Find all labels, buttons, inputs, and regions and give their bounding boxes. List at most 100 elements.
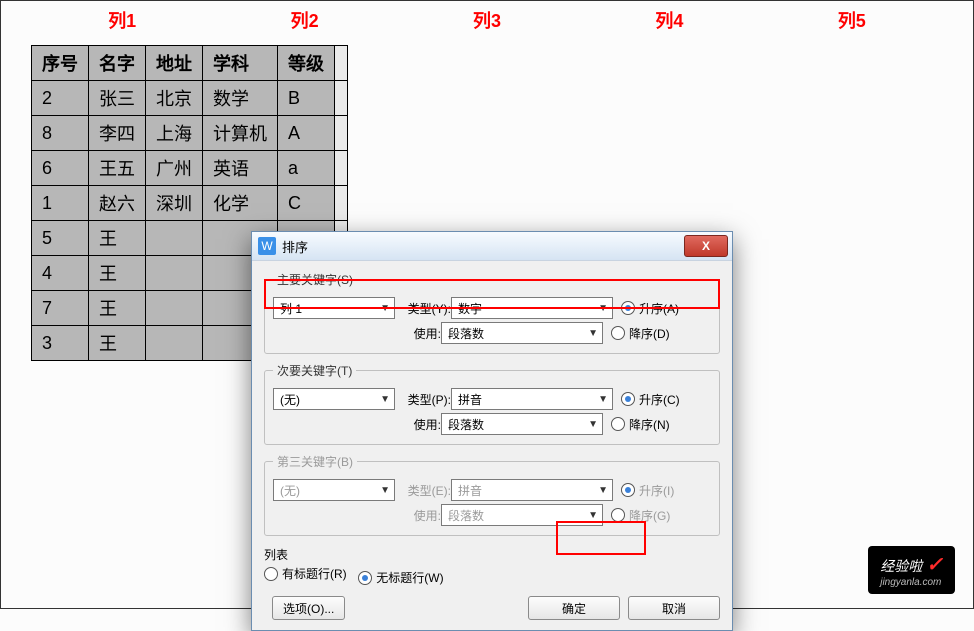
- chevron-down-icon: ▼: [380, 303, 390, 314]
- third-field-select: (无)▼: [273, 479, 395, 501]
- th-name: 名字: [89, 46, 146, 81]
- table-cell: 王: [89, 291, 146, 326]
- radio-off-icon: [611, 417, 625, 431]
- table-cell: 5: [32, 221, 89, 256]
- secondary-asc-radio[interactable]: 升序(C): [621, 391, 680, 408]
- table-cell: [146, 326, 203, 361]
- table-cell: [146, 221, 203, 256]
- cancel-button[interactable]: 取消: [628, 596, 720, 620]
- table-cell: 6: [32, 151, 89, 186]
- table-cell: 1: [32, 186, 89, 221]
- no-header-radio[interactable]: 无标题行(W): [358, 569, 443, 586]
- app-icon: W: [258, 237, 276, 255]
- th-addr: 地址: [146, 46, 203, 81]
- secondary-desc-radio[interactable]: 降序(N): [611, 416, 670, 433]
- radio-off-icon: [611, 508, 625, 522]
- th-extra: [335, 46, 348, 81]
- primary-use-label: 使用:: [385, 325, 441, 342]
- column-labels: 列1 列2 列3 列4 列5: [31, 7, 943, 33]
- table-cell: 8: [32, 116, 89, 151]
- chevron-down-icon: ▼: [588, 419, 598, 430]
- table-cell: [146, 256, 203, 291]
- table-cell-extra: [335, 186, 348, 221]
- table-cell-extra: [335, 116, 348, 151]
- th-grade: 等级: [278, 46, 335, 81]
- col-label-3: 列3: [396, 7, 578, 33]
- table-row: 6王五广州英语a: [32, 151, 348, 186]
- check-icon: ✓: [926, 554, 943, 576]
- table-row: 8李四上海计算机A: [32, 116, 348, 151]
- primary-desc-radio[interactable]: 降序(D): [611, 325, 670, 342]
- secondary-type-select[interactable]: 拼音▼: [451, 388, 613, 410]
- primary-field-select[interactable]: 列 1▼: [273, 297, 395, 319]
- table-row: 1赵六深圳化学C: [32, 186, 348, 221]
- secondary-key-group: 次要关键字(T) (无)▼ 类型(P): 拼音▼ 升序(C) 使用: 段落数▼ …: [264, 362, 720, 445]
- close-button[interactable]: X: [684, 235, 728, 257]
- radio-off-icon: [264, 567, 278, 581]
- chevron-down-icon: ▼: [588, 510, 598, 521]
- radio-on-icon: [358, 571, 372, 585]
- secondary-legend: 次要关键字(T): [273, 362, 356, 379]
- table-cell: B: [278, 81, 335, 116]
- chevron-down-icon: ▼: [598, 485, 608, 496]
- table-cell: 张三: [89, 81, 146, 116]
- th-seq: 序号: [32, 46, 89, 81]
- col-label-4: 列4: [578, 7, 760, 33]
- third-use-select: 段落数▼: [441, 504, 603, 526]
- th-subj: 学科: [203, 46, 278, 81]
- chevron-down-icon: ▼: [588, 328, 598, 339]
- table-cell: 4: [32, 256, 89, 291]
- table-cell: 计算机: [203, 116, 278, 151]
- sort-dialog: W 排序 X 主要关键字(S) 列 1▼ 类型(Y): 数字▼ 升序(A) 使用…: [251, 231, 733, 631]
- third-type-select: 拼音▼: [451, 479, 613, 501]
- table-cell: 深圳: [146, 186, 203, 221]
- table-cell: 王五: [89, 151, 146, 186]
- ok-button[interactable]: 确定: [528, 596, 620, 620]
- options-button[interactable]: 选项(O)...: [272, 596, 345, 620]
- table-cell: 李四: [89, 116, 146, 151]
- table-cell: 王: [89, 256, 146, 291]
- radio-on-icon: [621, 301, 635, 315]
- secondary-use-select[interactable]: 段落数▼: [441, 413, 603, 435]
- watermark: 经验啦✓ jingyanla.com: [868, 546, 955, 594]
- third-legend: 第三关键字(B): [273, 453, 357, 470]
- primary-type-select[interactable]: 数字▼: [451, 297, 613, 319]
- chevron-down-icon: ▼: [598, 394, 608, 405]
- primary-key-group: 主要关键字(S) 列 1▼ 类型(Y): 数字▼ 升序(A) 使用: 段落数▼ …: [264, 271, 720, 354]
- table-cell: 3: [32, 326, 89, 361]
- table-cell: a: [278, 151, 335, 186]
- list-group: 列表 有标题行(R) 无标题行(W): [264, 544, 720, 588]
- table-row: 2张三北京数学B: [32, 81, 348, 116]
- chevron-down-icon: ▼: [380, 485, 390, 496]
- has-header-radio[interactable]: 有标题行(R): [264, 565, 347, 582]
- radio-on-icon: [621, 392, 635, 406]
- table-cell: 数学: [203, 81, 278, 116]
- table-cell-extra: [335, 81, 348, 116]
- dialog-title: 排序: [282, 237, 308, 256]
- table-cell: 北京: [146, 81, 203, 116]
- table-cell-extra: [335, 151, 348, 186]
- table-cell: 2: [32, 81, 89, 116]
- third-key-group: 第三关键字(B) (无)▼ 类型(E): 拼音▼ 升序(I) 使用: 段落数▼ …: [264, 453, 720, 536]
- third-desc-radio: 降序(G): [611, 507, 670, 524]
- primary-type-label: 类型(Y):: [395, 300, 451, 317]
- primary-asc-radio[interactable]: 升序(A): [621, 300, 679, 317]
- table-cell: 化学: [203, 186, 278, 221]
- table-cell: 英语: [203, 151, 278, 186]
- table-cell: 上海: [146, 116, 203, 151]
- dialog-titlebar[interactable]: W 排序 X: [252, 232, 732, 261]
- table-cell: [146, 291, 203, 326]
- third-asc-radio: 升序(I): [621, 482, 674, 499]
- chevron-down-icon: ▼: [598, 303, 608, 314]
- secondary-field-select[interactable]: (无)▼: [273, 388, 395, 410]
- radio-on-icon: [621, 483, 635, 497]
- primary-use-select[interactable]: 段落数▼: [441, 322, 603, 344]
- col-label-1: 列1: [31, 7, 213, 33]
- table-header-row: 序号 名字 地址 学科 等级: [32, 46, 348, 81]
- close-icon: X: [702, 239, 710, 253]
- chevron-down-icon: ▼: [380, 394, 390, 405]
- table-cell: C: [278, 186, 335, 221]
- table-cell: 广州: [146, 151, 203, 186]
- table-cell: 王: [89, 326, 146, 361]
- radio-off-icon: [611, 326, 625, 340]
